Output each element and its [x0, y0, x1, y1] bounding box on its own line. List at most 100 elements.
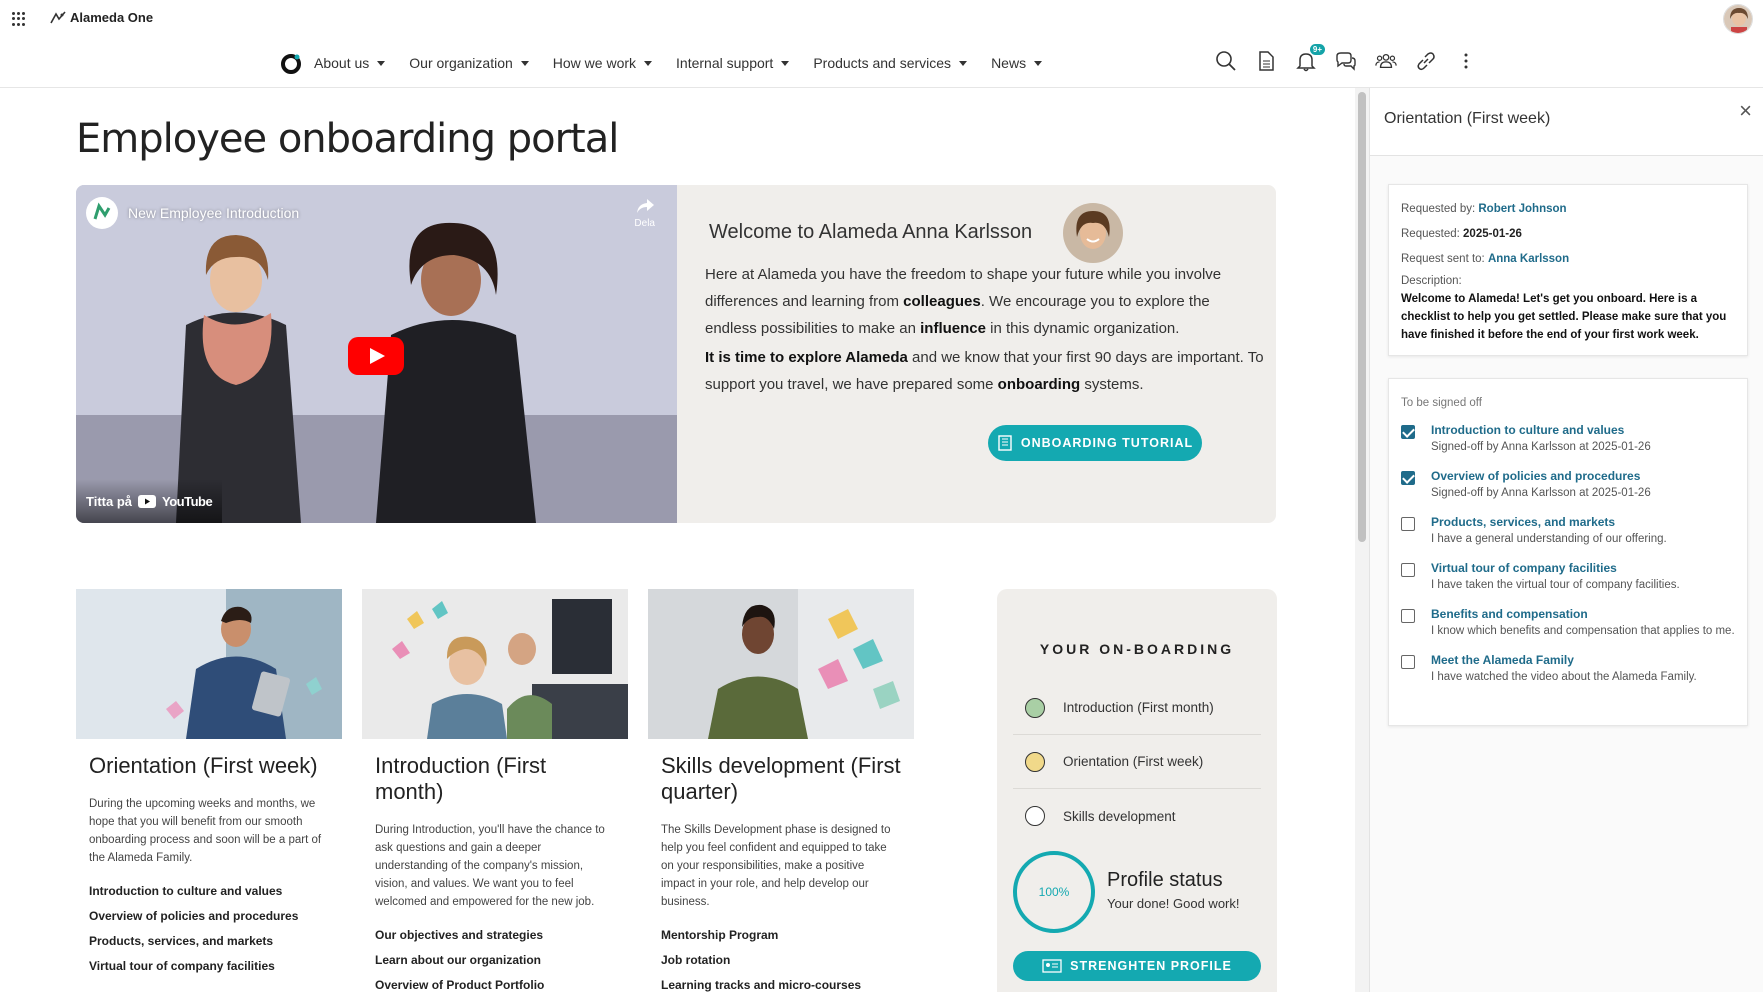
main-scrollbar[interactable]	[1355, 88, 1369, 992]
card-image[interactable]	[362, 589, 628, 739]
more-vertical-icon[interactable]	[1455, 50, 1477, 72]
profile-status-text: Your done! Good work!	[1107, 896, 1240, 911]
task-item: Introduction to culture and values Signed…	[1401, 422, 1735, 456]
search-icon[interactable]	[1215, 50, 1237, 72]
panel-title: Orientation (First week)	[1384, 110, 1551, 127]
channel-avatar[interactable]	[86, 197, 118, 229]
task-checkbox[interactable]	[1401, 563, 1415, 577]
profile-status: Profile status Your done! Good work!	[1107, 869, 1240, 911]
nav-label: Products and services	[813, 55, 952, 71]
onboarding-step[interactable]: Skills development	[1013, 789, 1261, 843]
description-label: Description:	[1401, 275, 1462, 287]
task-checkbox[interactable]	[1401, 655, 1415, 669]
card-link[interactable]: Job rotation	[661, 948, 901, 973]
nav-our-organization[interactable]: Our organization	[409, 55, 529, 71]
strengthen-profile-button[interactable]: STRENGHTEN PROFILE	[1013, 951, 1261, 981]
caret-down-icon	[644, 60, 653, 66]
requested-date: 2025-01-26	[1463, 228, 1522, 240]
play-button[interactable]	[348, 337, 404, 375]
main-nav: About us Our organization How we work In…	[280, 52, 1066, 74]
requested-by-link[interactable]: Robert Johnson	[1478, 203, 1566, 215]
chat-icon[interactable]	[1335, 50, 1357, 72]
nav-label: About us	[314, 55, 370, 71]
requested-row: Requested: 2025-01-26	[1401, 222, 1735, 247]
notifications-button[interactable]: 9+	[1295, 44, 1325, 72]
document-icon[interactable]	[1255, 50, 1277, 72]
onboarding-step[interactable]: Orientation (First week)	[1013, 735, 1261, 789]
task-title[interactable]: Benefits and compensation	[1431, 606, 1735, 622]
card-links: Mentorship Program Job rotation Learning…	[661, 923, 901, 992]
platform-name: YouTube	[162, 493, 213, 509]
task-checkbox[interactable]	[1401, 471, 1415, 485]
card-link[interactable]: Introduction to culture and values	[89, 879, 329, 904]
caret-down-icon	[781, 60, 790, 66]
link-icon[interactable]	[1415, 50, 1437, 72]
task-checkbox[interactable]	[1401, 517, 1415, 531]
nav-about-us[interactable]: About us	[314, 55, 386, 71]
onboarding-step[interactable]: Introduction (First month)	[1013, 681, 1261, 735]
card-link[interactable]: Mentorship Program	[661, 923, 901, 948]
step-label: Introduction (First month)	[1063, 700, 1214, 715]
watch-on-label: Titta på	[86, 493, 132, 509]
people-icon[interactable]	[1375, 50, 1397, 72]
button-label: STRENGHTEN PROFILE	[1070, 959, 1232, 973]
toolbar: 9+	[1215, 44, 1477, 72]
card-image[interactable]	[76, 589, 342, 739]
brand[interactable]: Alameda One	[50, 10, 153, 25]
welcome-paragraph-1: Here at Alameda you have the freedom to …	[705, 261, 1265, 342]
onboarding-tutorial-button[interactable]: ONBOARDING TUTORIAL	[988, 425, 1202, 461]
profile-progress-ring: 100%	[1013, 851, 1095, 933]
home-logo-icon[interactable]	[280, 52, 302, 74]
step-status-icon	[1025, 806, 1045, 826]
card-link[interactable]: Virtual tour of company facilities	[89, 954, 329, 979]
button-label: ONBOARDING TUTORIAL	[1020, 436, 1194, 450]
book-icon	[998, 435, 1012, 451]
task-title[interactable]: Products, services, and markets	[1431, 514, 1667, 530]
card-image[interactable]	[648, 589, 914, 739]
nav-products-and-services[interactable]: Products and services	[813, 55, 968, 71]
task-title[interactable]: Overview of policies and procedures	[1431, 468, 1651, 484]
welcome-avatar	[1063, 203, 1123, 263]
task-checkbox[interactable]	[1401, 609, 1415, 623]
close-icon[interactable]: ×	[1739, 98, 1752, 124]
card-link[interactable]: Products, services, and markets	[89, 929, 329, 954]
card-link[interactable]: Learn about our organization	[375, 948, 615, 973]
nav-news[interactable]: News	[991, 55, 1043, 71]
sent-to-link[interactable]: Anna Karlsson	[1488, 253, 1569, 265]
task-item: Virtual tour of company facilities I have…	[1401, 560, 1735, 594]
task-item: Meet the Alameda Family I have watched th…	[1401, 652, 1735, 686]
task-title[interactable]: Meet the Alameda Family	[1431, 652, 1697, 668]
card-description: During Introduction, you'll have the cha…	[375, 824, 605, 908]
step-label: Skills development	[1063, 808, 1176, 824]
task-checkbox[interactable]	[1401, 425, 1415, 439]
task-item: Benefits and compensation I know which be…	[1401, 606, 1735, 640]
request-details: Requested by: Robert Johnson Requested: …	[1388, 184, 1748, 356]
card-title: Orientation (First week)	[89, 753, 318, 778]
scrollbar-thumb[interactable]	[1358, 92, 1366, 542]
panel-header: Orientation (First week) ×	[1370, 88, 1763, 156]
video-player[interactable]: New Employee Introduction Dela Titta på …	[76, 185, 677, 523]
watch-on-youtube-link[interactable]: Titta på YouTube	[76, 479, 223, 523]
nav-how-we-work[interactable]: How we work	[552, 55, 653, 71]
nav-label: How we work	[552, 55, 637, 71]
progress-value: 100%	[1038, 885, 1070, 899]
nav-internal-support[interactable]: Internal support	[676, 55, 790, 71]
share-button[interactable]: Dela	[634, 197, 655, 229]
task-title[interactable]: Virtual tour of company facilities	[1431, 560, 1680, 576]
user-avatar[interactable]	[1723, 4, 1753, 34]
task-title[interactable]: Introduction to culture and values	[1431, 422, 1651, 438]
card-link[interactable]: Learning tracks and micro-courses	[661, 973, 901, 992]
app-launcher-icon[interactable]	[12, 12, 26, 26]
welcome-heading: Welcome to Alameda Anna Karlsson	[709, 221, 1033, 243]
card-link[interactable]: Overview of Product Portfolio	[375, 973, 615, 992]
brand-logo-icon	[50, 10, 66, 23]
card-introduction: Introduction (First month) During Introd…	[362, 589, 628, 992]
card-link[interactable]: Overview of policies and procedures	[89, 904, 329, 929]
card-description: During the upcoming weeks and months, we…	[89, 798, 322, 864]
card-link[interactable]: Our objectives and strategies	[375, 923, 615, 948]
onboarding-widget: YOUR ON-BOARDING Introduction (First mon…	[997, 589, 1277, 992]
top-bar: Alameda One About us Our organization Ho…	[0, 0, 1763, 88]
main-content: Employee onboarding portal New Employee …	[0, 88, 1350, 992]
emphasis-text: colleagues	[903, 293, 981, 310]
nav-label: News	[991, 55, 1027, 71]
